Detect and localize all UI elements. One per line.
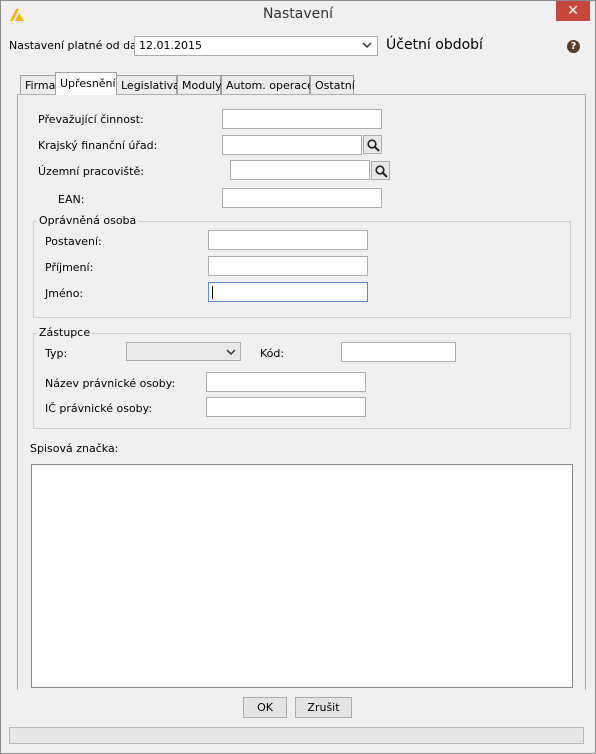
- window-title: Nastavení: [262, 6, 334, 22]
- workplace-search-button[interactable]: [371, 161, 390, 180]
- tab-moduly[interactable]: Moduly: [177, 75, 222, 94]
- representative-title: Zástupce: [37, 326, 93, 339]
- ean-input[interactable]: [222, 188, 382, 208]
- legal-id-label: IČ právnické osoby:: [45, 402, 153, 415]
- tax-office-input[interactable]: [222, 135, 362, 155]
- file-mark-label: Spisová značka:: [30, 442, 119, 455]
- close-button[interactable]: ✕: [556, 1, 590, 21]
- status-bar: [9, 727, 584, 744]
- position-label: Postavení:: [45, 235, 102, 248]
- activity-label: Převažující činnost:: [38, 113, 144, 126]
- legal-name-input[interactable]: [206, 372, 366, 392]
- ean-label: EAN:: [58, 193, 85, 206]
- tax-office-search-button[interactable]: [363, 135, 382, 154]
- workplace-input[interactable]: [230, 160, 370, 180]
- search-icon: [375, 165, 388, 178]
- period-label: Účetní období: [386, 37, 483, 53]
- cancel-button[interactable]: Zrušit: [295, 697, 352, 718]
- tab-upresneni[interactable]: Upřesnění: [55, 72, 117, 95]
- authorized-person-title: Oprávněná osoba: [37, 214, 139, 227]
- tab-ostatni[interactable]: Ostatní: [310, 75, 355, 94]
- help-icon[interactable]: ?: [567, 40, 580, 53]
- code-label: Kód:: [260, 347, 285, 360]
- chevron-down-icon: [362, 42, 372, 49]
- valid-from-select[interactable]: 12.01.2015: [134, 36, 378, 56]
- type-select[interactable]: [126, 342, 241, 361]
- surname-label: Příjmení:: [45, 261, 94, 274]
- name-input[interactable]: [208, 282, 368, 302]
- valid-from-value: 12.01.2015: [139, 39, 202, 52]
- legal-name-label: Název právnické osoby:: [45, 377, 176, 390]
- tab-legislativa[interactable]: Legislativa: [116, 75, 180, 94]
- tab-autom-operace[interactable]: Autom. operace: [221, 75, 314, 94]
- text-caret: [212, 286, 213, 299]
- position-input[interactable]: [208, 230, 368, 250]
- file-mark-textarea[interactable]: [31, 464, 573, 688]
- activity-input[interactable]: [222, 109, 382, 129]
- workplace-label: Územní pracoviště:: [38, 165, 144, 178]
- tab-firma[interactable]: Firma: [20, 75, 56, 94]
- code-input[interactable]: [341, 342, 456, 362]
- legal-id-input[interactable]: [206, 397, 366, 417]
- tax-office-label: Krajský finanční úřad:: [38, 139, 158, 152]
- type-label: Typ:: [45, 347, 68, 360]
- ok-button[interactable]: OK: [243, 697, 287, 718]
- search-icon: [367, 139, 380, 152]
- name-label: Jméno:: [45, 287, 84, 300]
- valid-from-label: Nastavení platné od data:: [9, 39, 152, 52]
- surname-input[interactable]: [208, 256, 368, 276]
- chevron-down-icon: [226, 349, 236, 356]
